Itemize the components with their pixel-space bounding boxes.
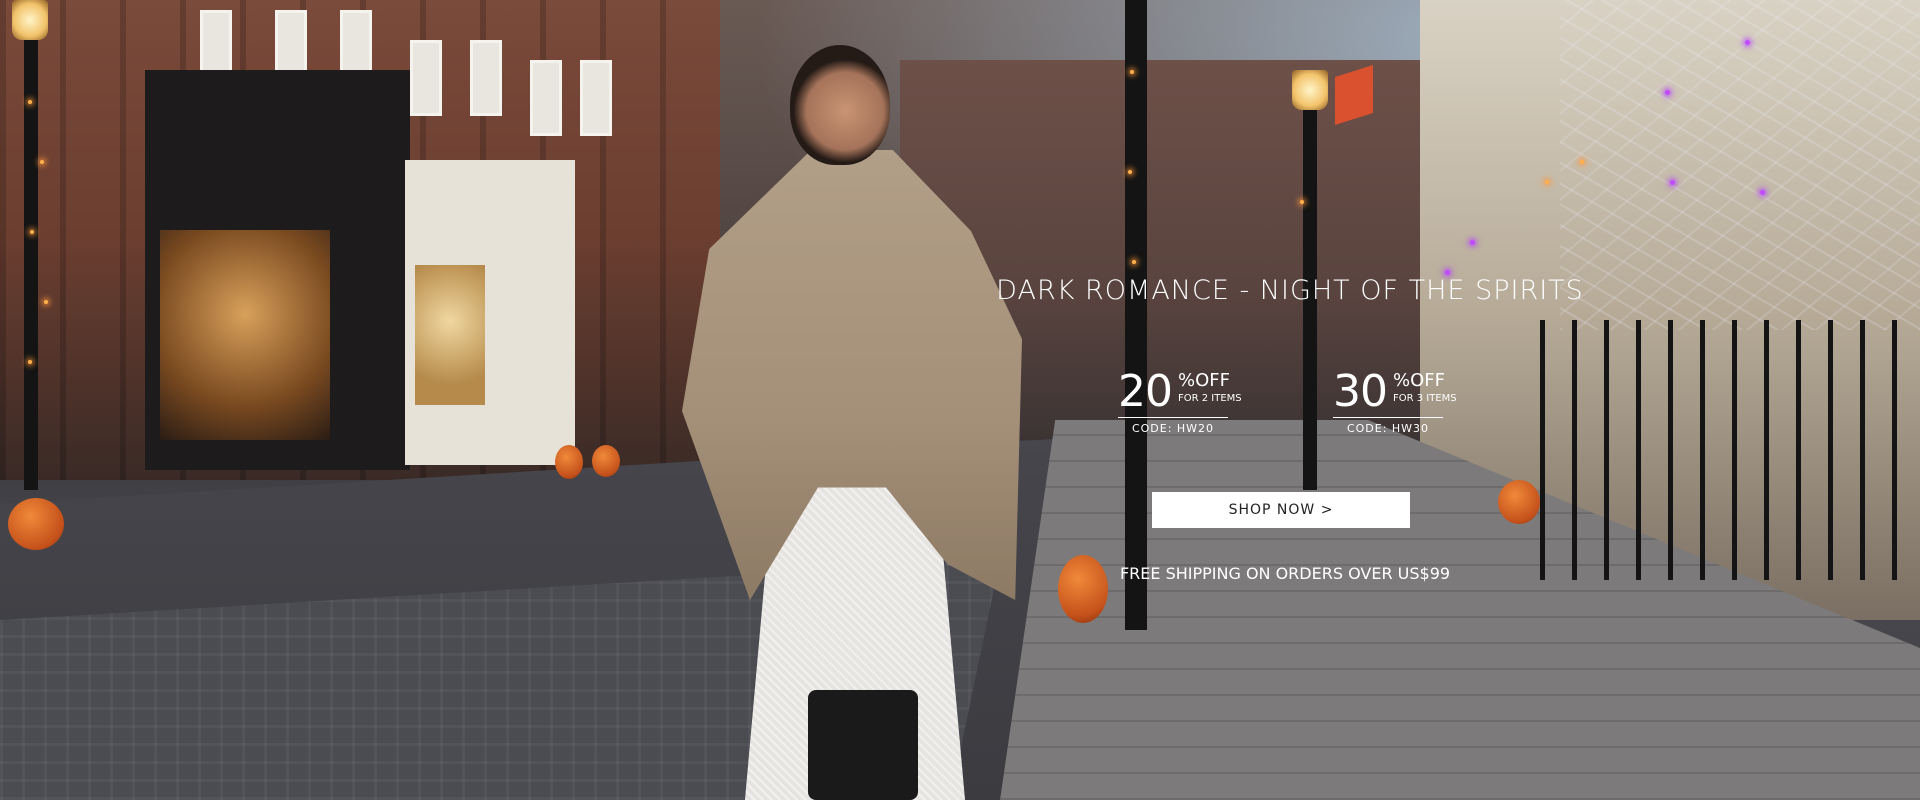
fairy-light [1545,180,1549,184]
pumpkin [1498,480,1540,524]
model-boots [808,690,918,800]
offer-code: CODE: HW20 [1131,422,1215,435]
purple-light [1760,190,1765,195]
promo-title: DARK ROMANCE - NIGHT OF THE SPIRITS [996,275,1584,306]
purple-light [1665,90,1670,95]
fairy-light [1130,70,1134,74]
offer-20-off: 20 %OFF FOR 2 ITEMS CODE: HW20 [1118,368,1243,438]
free-shipping-note: FREE SHIPPING ON ORDERS OVER US$99 [1119,564,1451,583]
fairy-light [28,100,32,104]
offer-divider [1333,417,1443,418]
offer-percent: 20 [1118,366,1173,417]
offer-divider [1118,417,1228,418]
hero-banner[interactable]: DARK ROMANCE - NIGHT OF THE SPIRITS 20 %… [0,0,1920,800]
fairy-light [44,300,48,304]
offer-off-label: %OFF [1393,370,1445,391]
fairy-light [1128,170,1132,174]
shop-window-glow [160,230,330,440]
shop-window-glow-small [415,265,485,405]
purple-light [1670,180,1675,185]
spider-web-decoration [1560,0,1920,330]
lamp-left [12,0,48,40]
fairy-light [1132,260,1136,264]
fairy-light [30,230,34,234]
offer-code: CODE: HW30 [1346,422,1430,435]
fairy-light [1580,160,1584,164]
offer-condition: FOR 2 ITEMS [1178,393,1242,404]
pumpkin [592,445,620,477]
purple-light [1745,40,1750,45]
offer-30-off: 30 %OFF FOR 3 ITEMS CODE: HW30 [1333,368,1458,438]
shop-now-button[interactable]: SHOP NOW > [1152,492,1410,528]
lamp-right [1292,70,1328,110]
fairy-light [40,160,44,164]
lamppost-center [1125,0,1147,630]
offer-condition: FOR 3 ITEMS [1393,393,1457,404]
model-head [790,45,890,165]
pumpkin [555,445,583,479]
fairy-light [28,360,32,364]
purple-light [1470,240,1475,245]
lamppost-left [24,20,38,490]
iron-fence [1540,320,1920,580]
offer-off-label: %OFF [1178,370,1230,391]
offer-percent: 30 [1333,366,1388,417]
fairy-light [1300,200,1304,204]
pumpkin [8,498,64,550]
